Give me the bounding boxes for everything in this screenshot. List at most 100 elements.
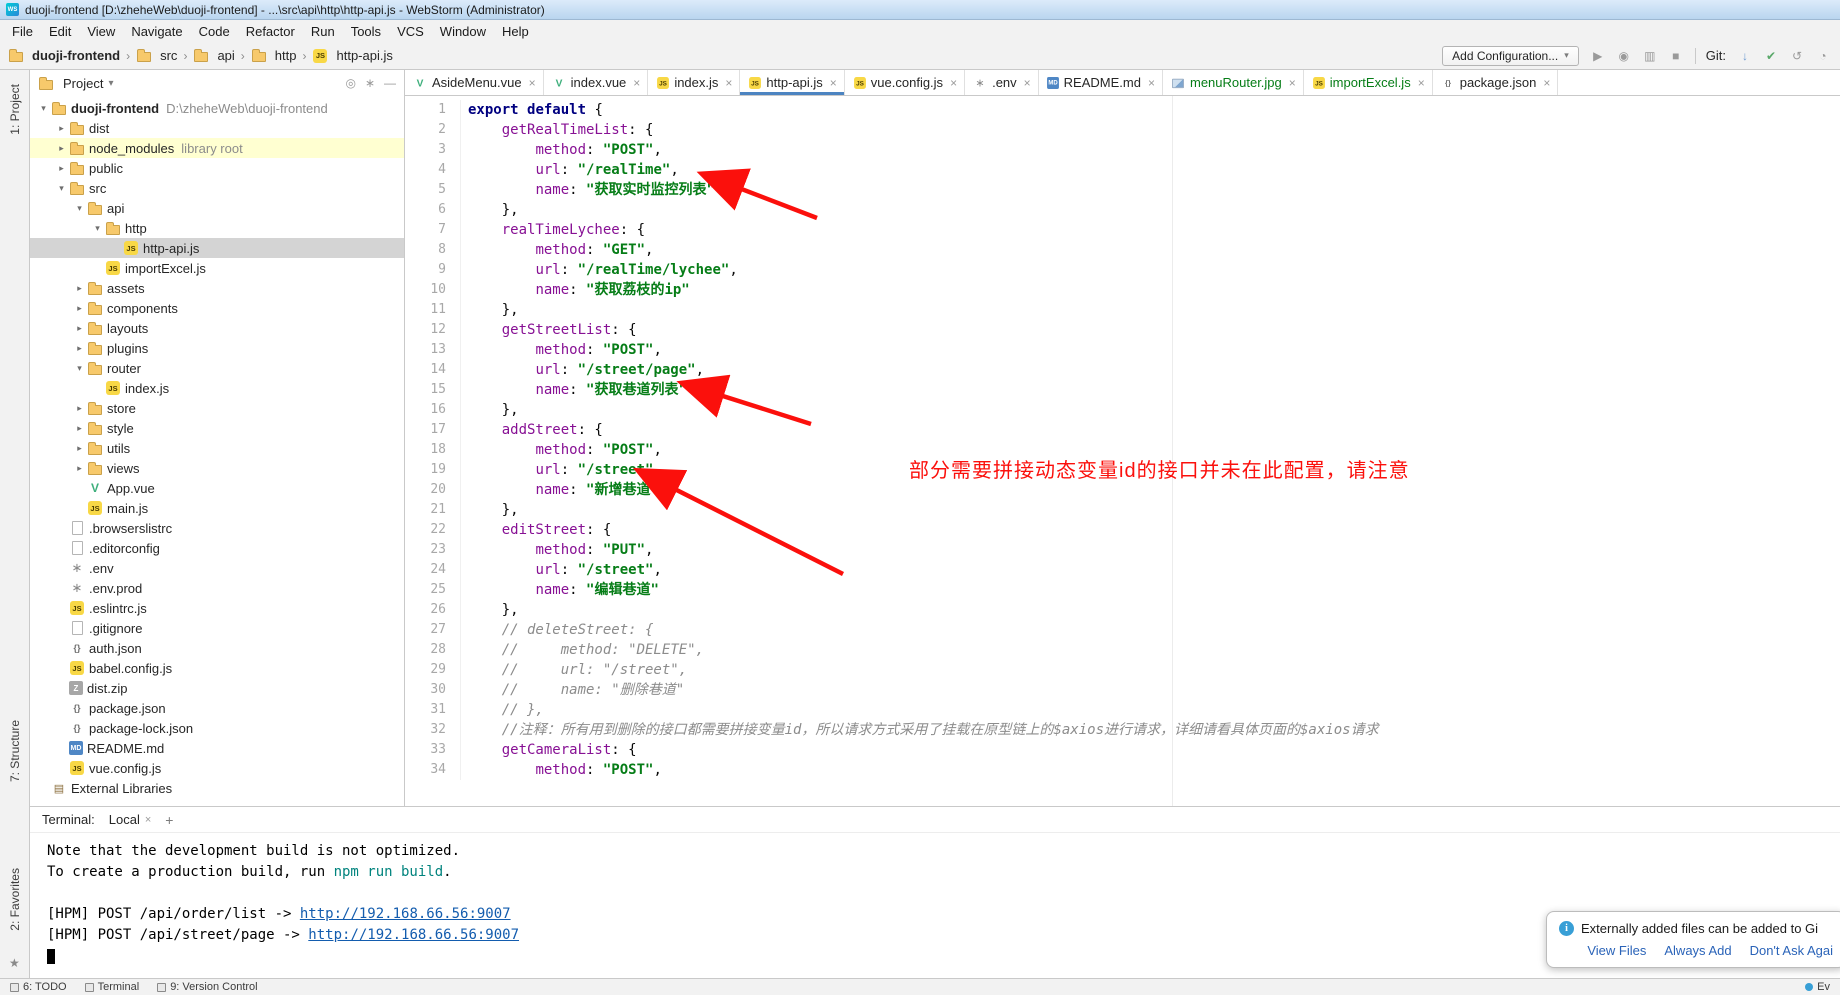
update-project-icon[interactable]: ↓ (1736, 49, 1754, 63)
tree-expand-icon[interactable]: ▸ (72, 303, 87, 314)
tree-item-components[interactable]: ▸components (30, 298, 404, 318)
close-icon[interactable]: × (950, 76, 957, 90)
close-icon[interactable]: × (1024, 76, 1031, 90)
tree-expand-icon[interactable]: ▸ (72, 423, 87, 434)
tree-expand-icon[interactable]: ▸ (72, 463, 87, 474)
statusbar-item-6-todo[interactable]: 6: TODO (10, 981, 67, 993)
close-icon[interactable]: × (145, 814, 151, 826)
menu-run[interactable]: Run (303, 22, 343, 41)
tree-item-importExcel.js[interactable]: JSimportExcel.js (30, 258, 404, 278)
breadcrumb-item-api[interactable]: api (193, 48, 234, 64)
tree-item-http[interactable]: ▾http (30, 218, 404, 238)
tab-.env[interactable]: ∗.env× (965, 70, 1039, 95)
tree-item-router[interactable]: ▾router (30, 358, 404, 378)
breadcrumb-item-http-api.js[interactable]: JShttp-api.js (312, 48, 392, 63)
tree-collapse-icon[interactable]: ▾ (90, 223, 105, 234)
tree-expand-icon[interactable]: ▸ (72, 323, 87, 334)
tree-item-.gitignore[interactable]: .gitignore (30, 618, 404, 638)
add-configuration-button[interactable]: Add Configuration... (1442, 46, 1579, 66)
tree-collapse-icon[interactable]: ▾ (72, 203, 87, 214)
breadcrumb-item-duoji-frontend[interactable]: duoji-frontend (8, 48, 120, 64)
tree-item-main.js[interactable]: JSmain.js (30, 498, 404, 518)
tree-item-duoji-frontend[interactable]: ▾duoji-frontendD:\zheheWeb\duoji-fronten… (30, 98, 404, 118)
menu-help[interactable]: Help (494, 22, 537, 41)
tree-item-store[interactable]: ▸store (30, 398, 404, 418)
tab-README.md[interactable]: MDREADME.md× (1039, 70, 1163, 95)
run-icon[interactable]: ▶ (1589, 49, 1607, 63)
notification-action-view-files[interactable]: View Files (1587, 943, 1646, 958)
debug-icon[interactable]: ◉ (1615, 49, 1633, 63)
tree-item-api[interactable]: ▾api (30, 198, 404, 218)
tab-package.json[interactable]: {}package.json× (1433, 70, 1559, 95)
tree-item-assets[interactable]: ▸assets (30, 278, 404, 298)
notification-action-always-add[interactable]: Always Add (1664, 943, 1731, 958)
tree-item-dist.zip[interactable]: Zdist.zip (30, 678, 404, 698)
menu-refactor[interactable]: Refactor (238, 22, 303, 41)
tab-vue.config.js[interactable]: JSvue.config.js× (845, 70, 965, 95)
tree-item-package-lock.json[interactable]: {}package-lock.json (30, 718, 404, 738)
tree-item-vue.config.js[interactable]: JSvue.config.js (30, 758, 404, 778)
tree-expand-icon[interactable]: ▸ (72, 443, 87, 454)
terminal-link[interactable]: http://192.168.66.56:9007 (300, 906, 511, 922)
close-icon[interactable]: × (1148, 76, 1155, 90)
tree-expand-icon[interactable]: ▸ (72, 403, 87, 414)
settings-gear-icon[interactable]: ∗ (365, 76, 375, 90)
statusbar-item-terminal[interactable]: Terminal (85, 981, 140, 993)
close-icon[interactable]: × (529, 76, 536, 90)
close-icon[interactable]: × (725, 76, 732, 90)
breadcrumb-item-http[interactable]: http (251, 48, 297, 64)
hide-panel-icon[interactable]: — (384, 76, 396, 90)
tree-item-.eslintrc.js[interactable]: JS.eslintrc.js (30, 598, 404, 618)
tree-item-public[interactable]: ▸public (30, 158, 404, 178)
event-log-button[interactable]: Ev (1805, 981, 1830, 993)
terminal-link[interactable]: http://192.168.66.56:9007 (308, 927, 519, 943)
tree-item-utils[interactable]: ▸utils (30, 438, 404, 458)
menu-view[interactable]: View (79, 22, 123, 41)
tree-item-.browserslistrc[interactable]: .browserslistrc (30, 518, 404, 538)
tree-collapse-icon[interactable]: ▾ (36, 103, 51, 114)
tree-expand-icon[interactable]: ▸ (72, 343, 87, 354)
tree-expand-icon[interactable]: ▸ (54, 143, 69, 154)
tree-expand-icon[interactable]: ▸ (54, 163, 69, 174)
tab-index.vue[interactable]: Vindex.vue× (544, 70, 649, 95)
commit-icon[interactable]: ✔ (1762, 49, 1780, 63)
tool-window-button-structure[interactable]: 7: Structure (8, 720, 22, 782)
tree-item-.env[interactable]: ∗.env (30, 558, 404, 578)
run-coverage-icon[interactable]: ▥ (1641, 49, 1659, 63)
close-icon[interactable]: × (1543, 76, 1550, 90)
breadcrumb-item-src[interactable]: src (136, 48, 177, 64)
recent-clock-icon[interactable]: ◔ (1814, 49, 1832, 63)
tree-item-src[interactable]: ▾src (30, 178, 404, 198)
tab-AsideMenu.vue[interactable]: VAsideMenu.vue× (405, 70, 544, 95)
close-icon[interactable]: × (1289, 76, 1296, 90)
tab-importExcel.js[interactable]: JSimportExcel.js× (1304, 70, 1433, 95)
tree-item-views[interactable]: ▸views (30, 458, 404, 478)
code-editor[interactable]: 1export default {2 getRealTimeList: {3 m… (405, 96, 1840, 806)
tree-collapse-icon[interactable]: ▾ (72, 363, 87, 374)
chevron-down-icon[interactable]: ▾ (108, 78, 113, 89)
history-icon[interactable]: ↺ (1788, 49, 1806, 63)
tree-item-README.md[interactable]: MDREADME.md (30, 738, 404, 758)
menu-code[interactable]: Code (191, 22, 238, 41)
terminal-tab-local[interactable]: Local × (109, 812, 152, 827)
tree-item-App.vue[interactable]: VApp.vue (30, 478, 404, 498)
menu-vcs[interactable]: VCS (389, 22, 432, 41)
stop-icon[interactable]: ■ (1667, 49, 1685, 63)
tree-item-.env.prod[interactable]: ∗.env.prod (30, 578, 404, 598)
locate-file-icon[interactable]: ◎ (345, 76, 355, 90)
menu-file[interactable]: File (4, 22, 41, 41)
new-terminal-session-button[interactable]: + (165, 812, 173, 828)
tree-item-layouts[interactable]: ▸layouts (30, 318, 404, 338)
menu-navigate[interactable]: Navigate (123, 22, 190, 41)
tree-collapse-icon[interactable]: ▾ (54, 183, 69, 194)
notification-action-don-t-ask-agai[interactable]: Don't Ask Agai (1750, 943, 1833, 958)
tree-item-External Libraries[interactable]: ▤External Libraries (30, 778, 404, 798)
tree-expand-icon[interactable]: ▸ (72, 283, 87, 294)
menu-edit[interactable]: Edit (41, 22, 79, 41)
close-icon[interactable]: × (1418, 76, 1425, 90)
tree-item-babel.config.js[interactable]: JSbabel.config.js (30, 658, 404, 678)
tool-window-button-project[interactable]: 1: Project (8, 84, 22, 135)
tree-item-node_modules[interactable]: ▸node_moduleslibrary root (30, 138, 404, 158)
statusbar-item-9-version-control[interactable]: 9: Version Control (157, 981, 257, 993)
tree-item-package.json[interactable]: {}package.json (30, 698, 404, 718)
